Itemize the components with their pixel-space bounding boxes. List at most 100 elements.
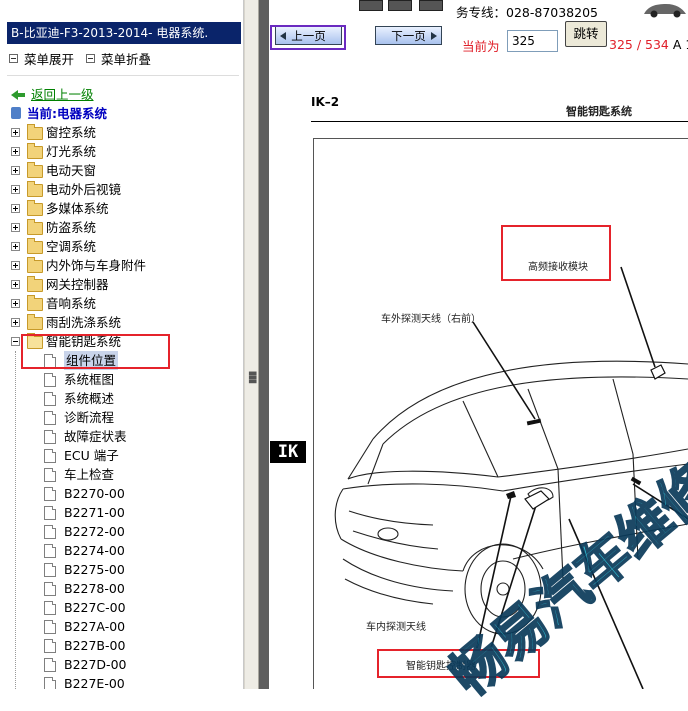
document-icon [44, 506, 56, 520]
tree-folder[interactable]: 窗控系统 [10, 123, 243, 142]
toolbar-icon[interactable] [388, 0, 412, 11]
back-arrow-icon [11, 89, 25, 100]
document-icon [44, 658, 56, 672]
expand-toggle-icon[interactable] [11, 242, 20, 251]
splitter-grip-icon[interactable]: ▬ ▬ ▬ [248, 369, 257, 387]
database-icon [11, 107, 21, 119]
jump-button[interactable]: 跳转 [565, 21, 607, 47]
tree-folder[interactable]: 音响系统 [10, 294, 243, 313]
divider [7, 75, 239, 76]
folder-icon [27, 219, 43, 235]
expand-toggle-icon[interactable] [11, 185, 20, 194]
tree-document[interactable]: B227C-00 [10, 598, 243, 617]
tree-document[interactable]: ECU 端子 [10, 446, 243, 465]
tree-folder[interactable]: 电动外后视镜 [10, 180, 243, 199]
car-logo-icon [644, 4, 686, 18]
page-heading: 智能钥匙系统 [566, 105, 632, 118]
viewer-border [259, 0, 269, 689]
folder-icon [27, 124, 43, 140]
folder-icon [27, 276, 43, 292]
tree-document[interactable]: B2272-00 [10, 522, 243, 541]
collapse-box-icon [86, 54, 95, 63]
tree-folder[interactable]: 防盗系统 [10, 218, 243, 237]
tree-document[interactable]: 系统框图 [10, 370, 243, 389]
expand-toggle-icon[interactable] [11, 261, 20, 270]
document-icon [44, 620, 56, 634]
interior-antenna-label: 车内探测天线 [366, 622, 426, 633]
expand-menu-button[interactable]: 菜单展开 [9, 49, 74, 68]
tree-document[interactable]: B227B-00 [10, 636, 243, 655]
page-number-input[interactable] [507, 30, 558, 52]
back-link-row[interactable]: 返回上一级 [10, 85, 243, 104]
document-icon [44, 430, 56, 444]
folder-icon [27, 200, 43, 216]
tree-document[interactable]: B227A-00 [10, 617, 243, 636]
document-icon [44, 411, 56, 425]
expand-toggle-icon[interactable] [11, 128, 20, 137]
folder-icon [27, 257, 43, 273]
next-page-button[interactable]: 下一页 [375, 26, 442, 45]
collapse-box-icon [9, 54, 18, 63]
document-icon [44, 563, 56, 577]
current-page-label: 当前为 [462, 39, 500, 54]
folder-icon [27, 181, 43, 197]
service-hotline: 务专线：028-87038205 [456, 5, 598, 20]
document-icon [44, 487, 56, 501]
document-icon [44, 373, 56, 387]
receiver-highlight-box [501, 225, 611, 281]
tree-folder[interactable]: 电动天窗 [10, 161, 243, 180]
expand-toggle-icon[interactable] [11, 318, 20, 327]
heading-rule [311, 121, 688, 122]
tree-document[interactable]: B2270-00 [10, 484, 243, 503]
tree-folder[interactable]: 网关控制器 [10, 275, 243, 294]
exterior-antenna-label: 车外探测天线（右前） [381, 314, 481, 325]
tree-folder[interactable]: 多媒体系统 [10, 199, 243, 218]
toolbar-icon[interactable] [359, 0, 383, 11]
tree-document[interactable]: 诊断流程 [10, 408, 243, 427]
expand-toggle-icon[interactable] [11, 299, 20, 308]
tree-document[interactable]: B2275-00 [10, 560, 243, 579]
toolbar-icon[interactable] [419, 0, 443, 11]
tree-folder[interactable]: 雨刮洗涤系统 [10, 313, 243, 332]
tree-folder[interactable]: 内外饰与车身附件 [10, 256, 243, 275]
tree-document[interactable]: 系统概述 [10, 389, 243, 408]
expand-toggle-icon[interactable] [11, 166, 20, 175]
expand-toggle-icon[interactable] [11, 147, 20, 156]
expand-toggle-icon[interactable] [11, 223, 20, 232]
document-icon [44, 525, 56, 539]
pane-splitter[interactable]: ▬ ▬ ▬ [244, 0, 259, 689]
left-navigation-pane: B-比亚迪-F3-2013-2014- 电器系统. 菜单展开 菜单折叠 返回上一… [0, 0, 244, 689]
category-tree: 返回上一级 当前:电器系统 窗控系统 灯光系统 电动天窗 电动外后视镜 多媒体系统 防盗系… [10, 85, 243, 689]
tree-document[interactable]: 故障症状表 [10, 427, 243, 446]
back-link[interactable]: 返回上一级 [11, 85, 94, 104]
tree-document[interactable]: 车上检查 [10, 465, 243, 484]
document-icon [44, 601, 56, 615]
document-icon [44, 392, 56, 406]
tree-document[interactable]: B2271-00 [10, 503, 243, 522]
document-icon [44, 544, 56, 558]
tree-toolbar: 菜单展开 菜单折叠 [9, 49, 159, 68]
tree-document[interactable]: B2274-00 [10, 541, 243, 560]
document-icon [44, 639, 56, 653]
tree-document[interactable]: B227D-00 [10, 655, 243, 674]
tree-folder[interactable]: 灯光系统 [10, 142, 243, 161]
page-count: 325 / 534 A 1 [609, 37, 688, 52]
document-icon [44, 468, 56, 482]
folder-icon [27, 162, 43, 178]
tree-folder[interactable]: 空调系统 [10, 237, 243, 256]
folder-icon [27, 314, 43, 330]
document-list: 组件位置 系统框图 系统概述 诊断流程 故障症状表 ECU 端子 车上检查 B2270-00 B… [10, 351, 243, 689]
tree-document[interactable]: B227E-00 [10, 674, 243, 689]
tree-document[interactable]: B2278-00 [10, 579, 243, 598]
document-icon [44, 449, 56, 463]
section-side-tab: IK [270, 441, 306, 463]
expand-toggle-icon[interactable] [11, 280, 20, 289]
expand-toggle-icon[interactable] [11, 204, 20, 213]
page-code: IK–2 [311, 95, 340, 109]
collapse-toggle-icon[interactable] [11, 337, 20, 346]
folder-icon [27, 238, 43, 254]
collapse-menu-button[interactable]: 菜单折叠 [86, 49, 151, 68]
folder-icon [27, 295, 43, 311]
pane-title: B-比亚迪-F3-2013-2014- 电器系统. [7, 22, 241, 44]
prev-button-focus-outline [270, 25, 346, 50]
